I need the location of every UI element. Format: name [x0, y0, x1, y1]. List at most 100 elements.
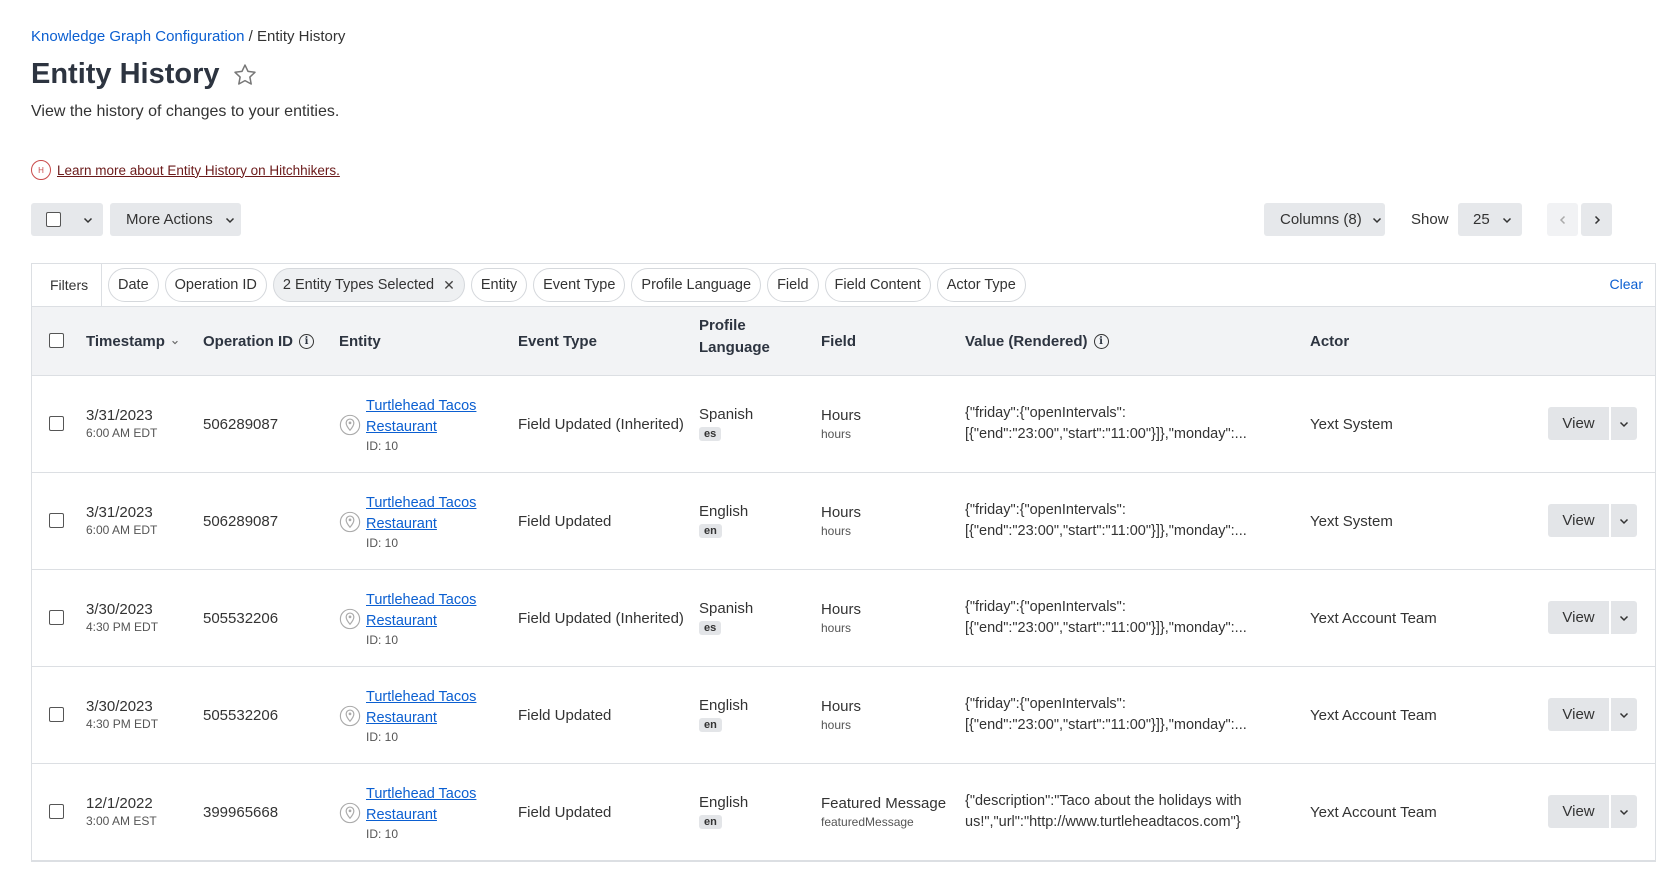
clear-filters-link[interactable]: Clear	[1610, 276, 1643, 292]
filter-chip-date[interactable]: Date	[108, 268, 159, 302]
operation-id-header-label: Operation ID	[203, 333, 294, 350]
columns-button[interactable]: Columns (8)	[1264, 203, 1385, 236]
operation-id-cell: 506289087	[203, 416, 279, 433]
timestamp-cell: 3/31/2023 6:00 AM EDT	[86, 504, 157, 537]
filter-chip-field-content[interactable]: Field Content	[824, 268, 931, 302]
value-line1: {"friday":{"openIntervals":	[965, 405, 1126, 421]
row-checkbox[interactable]	[49, 707, 64, 722]
filter-chip-entity[interactable]: Entity	[470, 268, 528, 302]
star-icon[interactable]	[232, 62, 258, 88]
prev-page-button[interactable]	[1547, 203, 1578, 236]
field-cell: Hours hours	[821, 407, 861, 441]
more-actions-button[interactable]: More Actions	[110, 203, 241, 236]
view-button[interactable]: View	[1548, 407, 1609, 440]
timestamp-date: 12/1/2022	[86, 795, 153, 812]
language-code-badge: es	[699, 427, 722, 441]
page-size-select[interactable]: 25	[1458, 203, 1522, 236]
timestamp-time: 6:00 AM EDT	[86, 426, 158, 440]
row-checkbox[interactable]	[49, 804, 64, 819]
value-cell: {"friday":{"openIntervals": [{"end":"23:…	[965, 500, 1255, 542]
field-cell: Hours hours	[821, 698, 861, 732]
entity-link[interactable]: Turtlehead Tacos Restaurant	[366, 592, 476, 629]
field-key: hours	[821, 427, 852, 441]
entity-link[interactable]: Turtlehead Tacos Restaurant	[366, 689, 476, 726]
timestamp-time: 4:30 PM EDT	[86, 620, 159, 634]
breadcrumb: Knowledge Graph Configuration / Entity H…	[31, 28, 345, 45]
field-name: Hours	[821, 601, 862, 618]
entity-link[interactable]: Turtlehead Tacos Restaurant	[366, 495, 476, 532]
chevron-down-icon	[1619, 518, 1629, 524]
entity-id: ID: 10	[366, 633, 399, 647]
actor-header: Actor	[1310, 333, 1350, 350]
table-row: 3/31/2023 6:00 AM EDT 506289087 Turtlehe…	[32, 473, 1655, 570]
next-page-button[interactable]	[1581, 203, 1612, 236]
filter-chip-event-type[interactable]: Event Type	[533, 268, 626, 302]
info-icon[interactable]: i	[299, 334, 315, 349]
filter-chip-actor-type[interactable]: Actor Type	[936, 268, 1026, 302]
language-name: English	[699, 503, 749, 520]
entity-cell: Turtlehead Tacos Restaurant ID: 10	[334, 764, 504, 860]
entity-name-line1: Turtlehead Tacos	[366, 398, 477, 414]
actor-cell: Yext Account Team	[1310, 804, 1437, 821]
select-all-dropdown[interactable]	[31, 203, 103, 236]
actor-cell: Yext Account Team	[1310, 707, 1437, 724]
language-code-badge: es	[699, 621, 722, 635]
entity-name-line1: Turtlehead Tacos	[366, 495, 477, 511]
entity-link[interactable]: Turtlehead Tacos Restaurant	[366, 786, 476, 823]
location-pin-icon	[339, 511, 361, 533]
view-dropdown-button[interactable]	[1611, 698, 1637, 731]
entity-id: ID: 10	[366, 439, 399, 453]
table-row: 3/31/2023 6:00 AM EDT 506289087 Turtlehe…	[32, 376, 1655, 473]
profile-language-header-line2: Language	[699, 339, 770, 356]
filter-chip-entity-types[interactable]: 2 Entity Types Selected ✕	[272, 268, 465, 302]
value-cell: {"friday":{"openIntervals": [{"end":"23:…	[965, 403, 1255, 445]
profile-language-header: Profile Language	[699, 317, 770, 356]
chevron-down-icon	[1372, 217, 1381, 223]
info-icon[interactable]: i	[1093, 334, 1109, 349]
learn-more-link[interactable]: Learn more about Entity History on Hitch…	[57, 163, 340, 178]
row-checkbox[interactable]	[49, 416, 64, 431]
view-dropdown-button[interactable]	[1611, 504, 1637, 537]
chevron-down-icon	[225, 217, 234, 223]
view-button-group: View	[1548, 504, 1637, 537]
entity-id: ID: 10	[366, 730, 399, 744]
view-button[interactable]: View	[1548, 795, 1609, 828]
header-select-all-checkbox[interactable]	[49, 333, 64, 348]
entity-link[interactable]: Turtlehead Tacos Restaurant	[366, 398, 476, 435]
table-body: 3/31/2023 6:00 AM EDT 506289087 Turtlehe…	[32, 376, 1655, 861]
event-type-cell: Field Updated	[518, 804, 612, 821]
view-button[interactable]: View	[1548, 504, 1609, 537]
view-dropdown-button[interactable]	[1611, 601, 1637, 634]
chevron-left-icon	[1559, 215, 1565, 224]
table-row: 3/30/2023 4:30 PM EDT 505532206 Turtlehe…	[32, 570, 1655, 667]
field-name: Hours	[821, 504, 862, 521]
location-pin-icon	[339, 414, 361, 436]
entity-cell: Turtlehead Tacos Restaurant ID: 10	[334, 473, 504, 569]
timestamp-date: 3/30/2023	[86, 601, 153, 618]
breadcrumb-parent-link[interactable]: Knowledge Graph Configuration	[31, 28, 244, 45]
more-actions-label: More Actions	[126, 211, 213, 228]
language-code-badge: en	[699, 524, 722, 538]
timestamp-header[interactable]: Timestamp	[86, 333, 179, 350]
language-name: Spanish	[699, 600, 754, 617]
view-dropdown-button[interactable]	[1611, 795, 1637, 828]
select-all-checkbox[interactable]	[46, 212, 61, 227]
sort-down-icon	[172, 340, 178, 344]
field-key: featuredMessage	[821, 815, 914, 829]
actor-cell: Yext System	[1310, 513, 1393, 530]
value-line2: us!","url":"http://www.turtleheadtacos.c…	[965, 814, 1241, 830]
entity-cell: Turtlehead Tacos Restaurant ID: 10	[334, 376, 504, 472]
filter-chip-field[interactable]: Field	[767, 268, 819, 302]
filter-chip-profile-language[interactable]: Profile Language	[631, 268, 762, 302]
filter-chip-operation-id[interactable]: Operation ID	[164, 268, 267, 302]
view-dropdown-button[interactable]	[1611, 407, 1637, 440]
close-icon[interactable]: ✕	[443, 277, 455, 294]
view-button[interactable]: View	[1548, 698, 1609, 731]
field-name: Hours	[821, 698, 862, 715]
entity-id: ID: 10	[366, 536, 399, 550]
row-checkbox[interactable]	[49, 513, 64, 528]
field-key: hours	[821, 718, 852, 732]
value-cell: {"description":"Taco about the holidays …	[965, 791, 1255, 833]
row-checkbox[interactable]	[49, 610, 64, 625]
view-button[interactable]: View	[1548, 601, 1609, 634]
